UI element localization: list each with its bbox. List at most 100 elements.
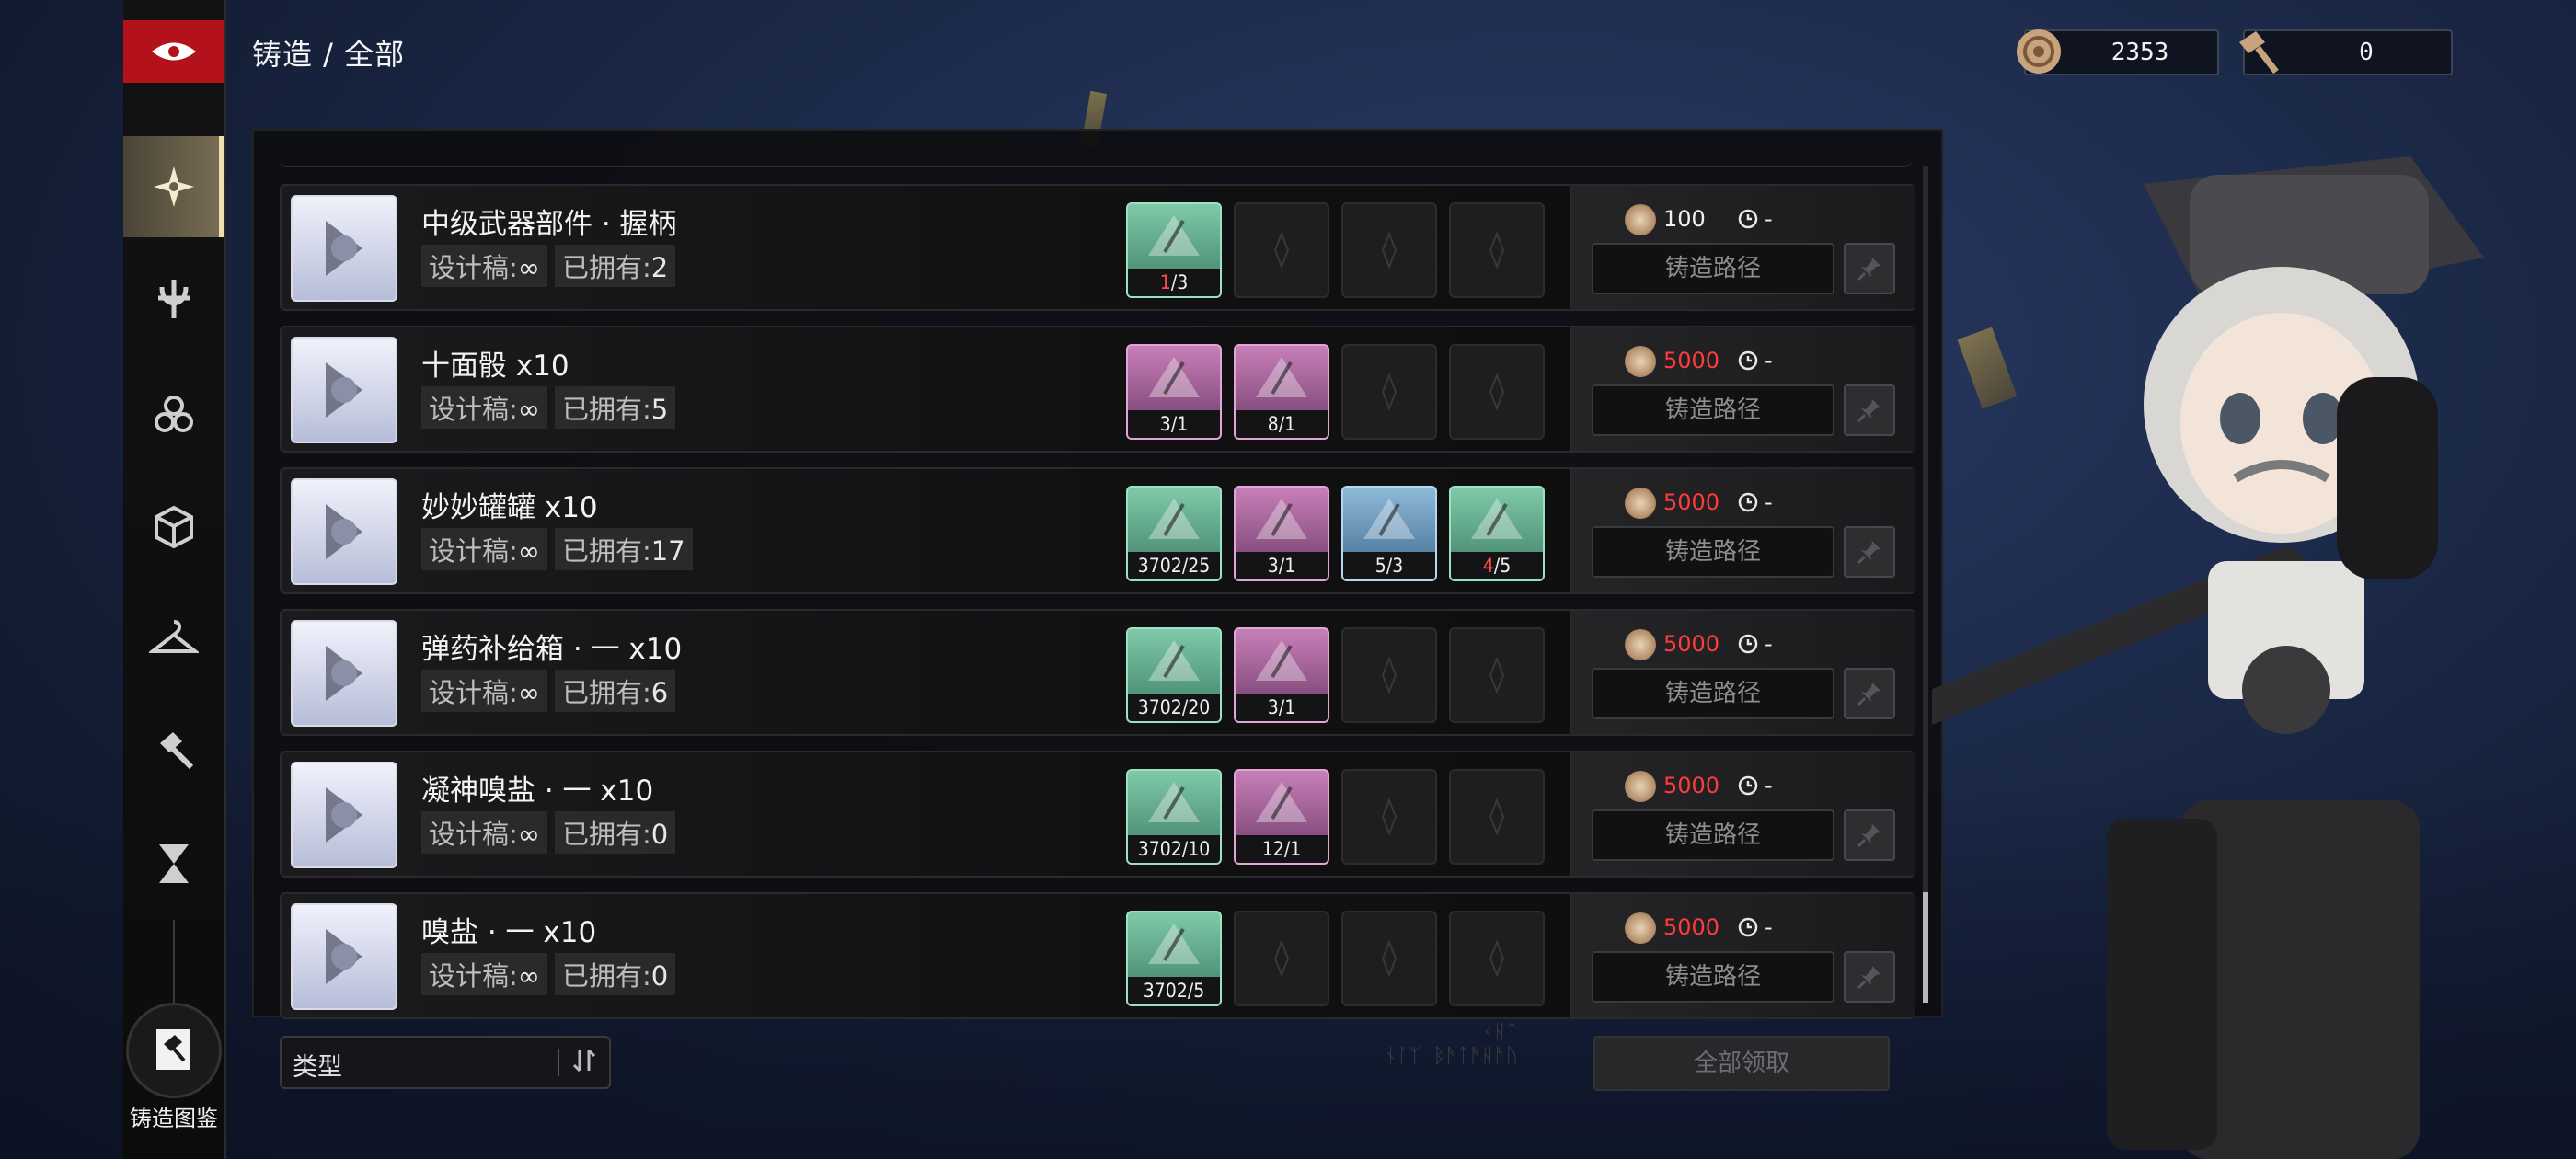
collect-all-button[interactable]: 全部领取 <box>1593 1036 1890 1091</box>
pin-button[interactable] <box>1844 526 1895 578</box>
codex-button[interactable]: 铸造图鉴 <box>123 1003 224 1131</box>
owned-value: 17 <box>650 535 685 567</box>
material-slot[interactable]: 4/5 <box>1449 486 1545 581</box>
design-tag: 设计稿:∞ <box>421 953 547 995</box>
material-have: 3 <box>1267 696 1279 718</box>
material-have: 3702 <box>1143 980 1188 1002</box>
material-slot[interactable]: 3/1 <box>1126 344 1222 440</box>
hourglass-icon <box>159 844 189 883</box>
owned-label: 已拥有: <box>561 394 651 425</box>
item-art <box>326 929 362 984</box>
material-slot[interactable]: 3/1 <box>1234 627 1329 723</box>
pin-button[interactable] <box>1844 809 1895 861</box>
recipe-row[interactable]: 嗅盐 · 一 x10 设计稿:∞ 已拥有:0 3702/5 5000- 铸造路径 <box>280 892 1915 1019</box>
type-filter[interactable]: 类型 <box>280 1036 611 1089</box>
item-art <box>326 504 362 559</box>
material-slot[interactable]: 3702/25 <box>1126 486 1222 581</box>
codex-circle <box>126 1003 222 1098</box>
coin-icon <box>1625 488 1656 519</box>
material-slot[interactable]: 3702/10 <box>1126 769 1222 865</box>
pin-button[interactable] <box>1844 668 1895 719</box>
material-have: 4 <box>1482 555 1494 577</box>
recipe-row[interactable]: 凝神嗅盐 · 一 x10 设计稿:∞ 已拥有:0 3702/10 12/1 5000- 铸造… <box>280 751 1915 878</box>
material-slot[interactable]: 5/3 <box>1341 486 1437 581</box>
material-slot[interactable]: 3/1 <box>1234 486 1329 581</box>
sidebar-item-time[interactable] <box>123 813 224 914</box>
back-button[interactable] <box>123 20 224 83</box>
recipe-row[interactable]: 十面骰 x10 设计稿:∞ 已拥有:5 3/1 8/1 5000- 铸造路径 <box>280 326 1915 453</box>
sidebar-item-consumables[interactable] <box>123 364 224 465</box>
material-slot[interactable]: 1/3 <box>1126 202 1222 298</box>
sidebar-item-materials[interactable] <box>123 476 224 578</box>
material-count: 3702/5 <box>1128 977 1220 1004</box>
hanger-icon <box>149 620 199 653</box>
pin-button[interactable] <box>1844 243 1895 294</box>
material-icon <box>1256 499 1307 539</box>
clock-icon <box>1738 634 1758 654</box>
recipe-row[interactable]: 妙妙罐罐 x10 设计稿:∞ 已拥有:17 3702/25 3/1 5/3 4/5 5000-… <box>280 467 1915 594</box>
pin-icon <box>1857 258 1880 281</box>
material-have: 5 <box>1374 555 1386 577</box>
material-count: 12/1 <box>1236 835 1328 863</box>
book-hammer-icon <box>156 1029 190 1070</box>
material-count: 4/5 <box>1451 552 1543 580</box>
material-icon <box>1256 640 1307 681</box>
sidebar-item-all[interactable] <box>123 136 224 237</box>
material-slot[interactable]: 3702/20 <box>1126 627 1222 723</box>
material-count: 3702/20 <box>1128 694 1220 721</box>
empty-slot-icon <box>1381 373 1397 410</box>
scrollbar-track[interactable] <box>1923 166 1928 1003</box>
design-value: ∞ <box>517 819 540 850</box>
material-have: 1 <box>1159 271 1171 293</box>
material-need: 5 <box>1193 980 1205 1002</box>
craft-route-button[interactable]: 铸造路径 <box>1592 243 1834 294</box>
sidebar-item-outfits[interactable] <box>123 589 224 690</box>
material-slot-empty <box>1341 911 1437 1006</box>
clock-icon <box>1738 917 1758 937</box>
pin-button[interactable] <box>1844 384 1895 436</box>
cube-icon <box>155 505 193 549</box>
rune-line-2: ᚾᛚᛉ ᛒᚫᛏᚫᚺᚫᚢ <box>1384 1045 1518 1068</box>
scrollbar-thumb[interactable] <box>1923 892 1928 1003</box>
craft-route-button[interactable]: 铸造路径 <box>1592 668 1834 719</box>
craft-cost: 5000 <box>1663 489 1720 515</box>
sidebar-item-weapons[interactable] <box>123 248 224 350</box>
material-need: 3 <box>1177 271 1189 293</box>
recipe-row[interactable]: 中级武器部件 · 握柄 设计稿:∞ 已拥有:2 1/3 100- 铸造路径 <box>280 184 1915 311</box>
material-need: 1 <box>1177 413 1189 435</box>
item-tags: 设计稿:∞ 已拥有:0 <box>421 811 676 854</box>
material-count: 1/3 <box>1128 269 1220 296</box>
material-have: 3702 <box>1137 838 1182 860</box>
material-slot-empty <box>1449 769 1545 865</box>
craft-cost: 5000 <box>1663 914 1720 940</box>
material-slot[interactable]: 8/1 <box>1234 344 1329 440</box>
pin-button[interactable] <box>1844 951 1895 1003</box>
item-tags: 设计稿:∞ 已拥有:5 <box>421 386 676 429</box>
craft-route-button[interactable]: 铸造路径 <box>1592 384 1834 436</box>
item-name: 弹药补给箱 · 一 x10 <box>421 633 683 666</box>
material-slot[interactable]: 3702/5 <box>1126 911 1222 1006</box>
craft-route-button[interactable]: 铸造路径 <box>1592 526 1834 578</box>
recipe-row[interactable]: 弹药补给箱 · 一 x10 设计稿:∞ 已拥有:6 3702/20 3/1 5000- 铸造… <box>280 609 1915 736</box>
pin-icon <box>1857 399 1880 423</box>
material-icon <box>1363 499 1415 539</box>
coin-icon <box>1625 912 1656 944</box>
sort-icon[interactable] <box>570 1047 598 1074</box>
material-count: 8/1 <box>1236 410 1328 438</box>
material-slot[interactable]: 12/1 <box>1234 769 1329 865</box>
material-slot-empty <box>1234 911 1329 1006</box>
owned-label: 已拥有: <box>561 535 651 567</box>
material-icon <box>1148 924 1200 964</box>
material-have: 3 <box>1267 555 1279 577</box>
breadcrumb: 铸造 / 全部 <box>252 37 406 72</box>
craft-route-button[interactable]: 铸造路径 <box>1592 809 1834 861</box>
craft-route-button[interactable]: 铸造路径 <box>1592 951 1834 1003</box>
design-tag: 设计稿:∞ <box>421 386 547 429</box>
sidebar-item-tools[interactable] <box>123 701 224 802</box>
empty-slot-icon <box>1381 798 1397 835</box>
material-count: 3/1 <box>1236 694 1328 721</box>
material-slot-empty <box>1449 911 1545 1006</box>
timer-value: - <box>1765 631 1773 657</box>
empty-slot-icon <box>1489 940 1505 977</box>
item-tags: 设计稿:∞ 已拥有:2 <box>421 245 676 287</box>
